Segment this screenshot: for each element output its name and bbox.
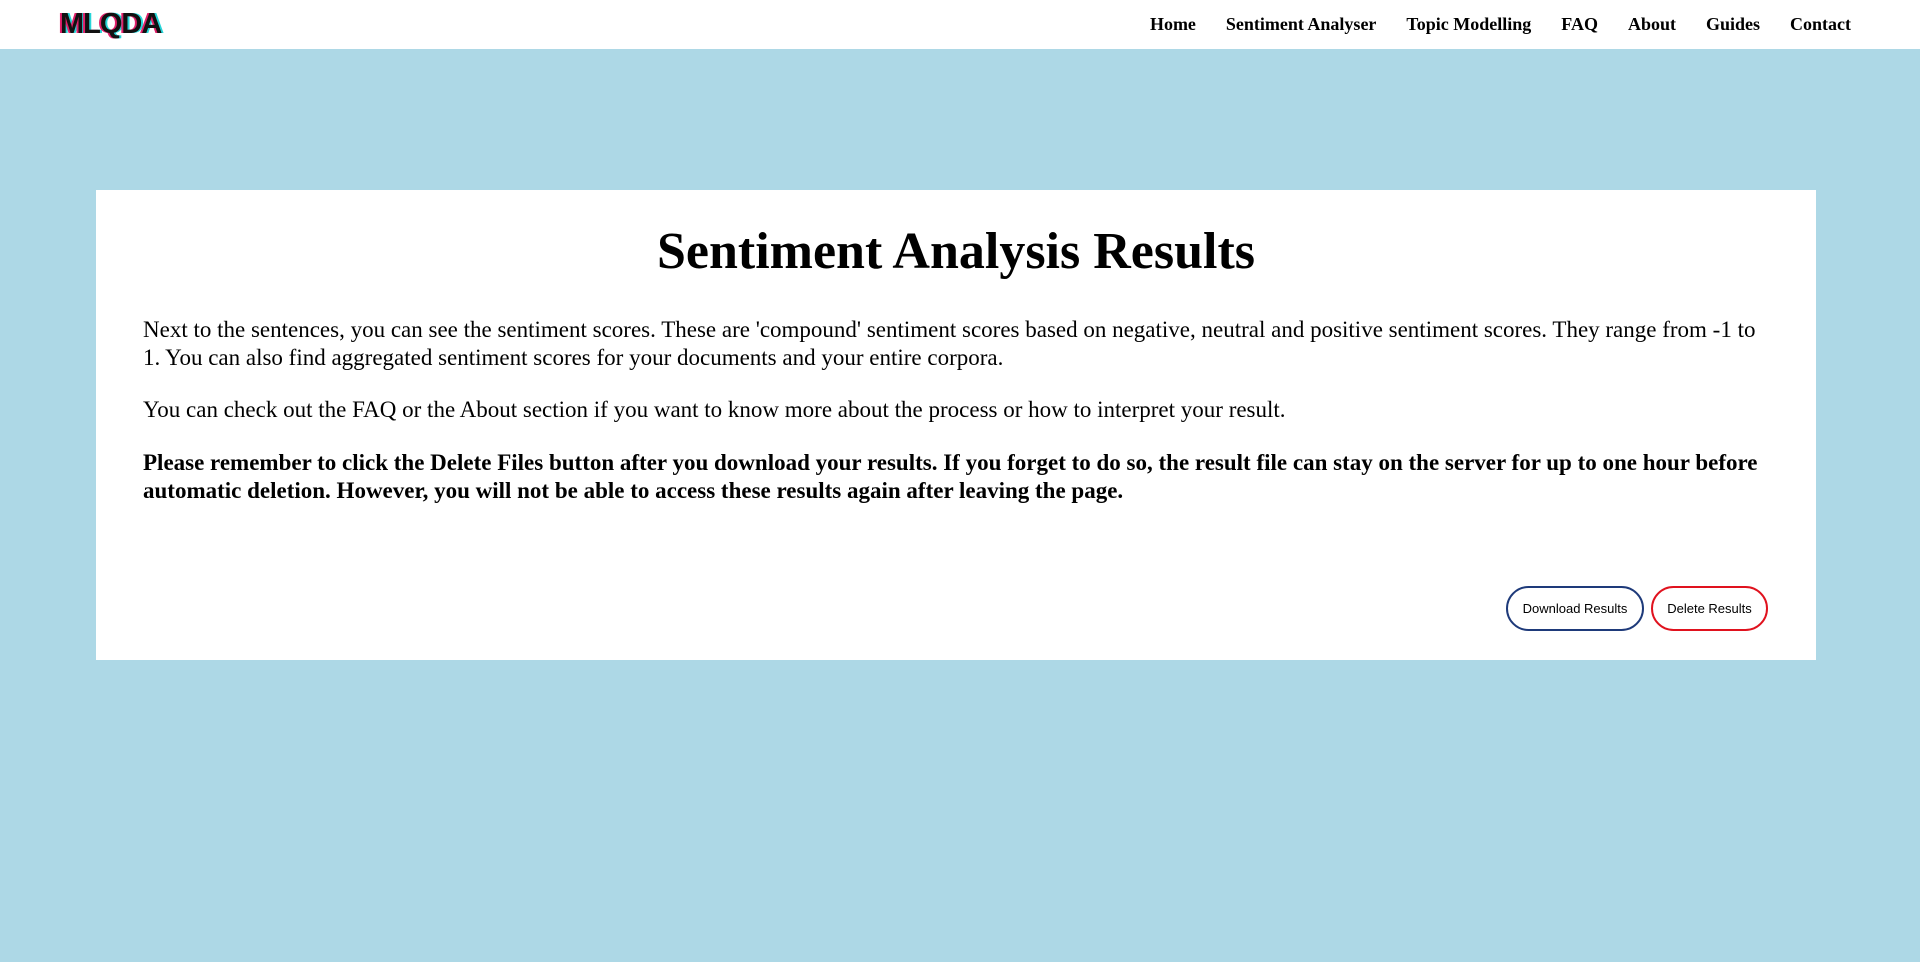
nav-menu: Home Sentiment Analyser Topic Modelling … xyxy=(1150,0,1851,49)
delete-results-button[interactable]: Delete Results xyxy=(1651,586,1768,631)
site-logo[interactable]: MLQDA xyxy=(60,7,162,41)
nav-link-guides[interactable]: Guides xyxy=(1706,14,1760,35)
nav-link-topic-modelling[interactable]: Topic Modelling xyxy=(1406,14,1531,35)
nav-link-sentiment-analyser[interactable]: Sentiment Analyser xyxy=(1226,14,1377,35)
page-title: Sentiment Analysis Results xyxy=(656,223,1256,280)
nav-link-about[interactable]: About xyxy=(1628,14,1676,35)
intro-paragraph: Next to the sentences, you can see the s… xyxy=(143,317,1756,370)
top-navbar: MLQDA Home Sentiment Analyser Topic Mode… xyxy=(0,0,1920,49)
nav-link-contact[interactable]: Contact xyxy=(1790,14,1851,35)
download-results-button[interactable]: Download Results xyxy=(1506,586,1644,631)
faq-paragraph: You can check out the FAQ or the About s… xyxy=(143,397,1286,422)
warning-paragraph: Please remember to click the Delete File… xyxy=(143,450,1758,503)
results-card: Sentiment Analysis Results Next to the s… xyxy=(96,190,1816,660)
nav-link-faq[interactable]: FAQ xyxy=(1561,14,1598,35)
nav-link-home[interactable]: Home xyxy=(1150,14,1196,35)
